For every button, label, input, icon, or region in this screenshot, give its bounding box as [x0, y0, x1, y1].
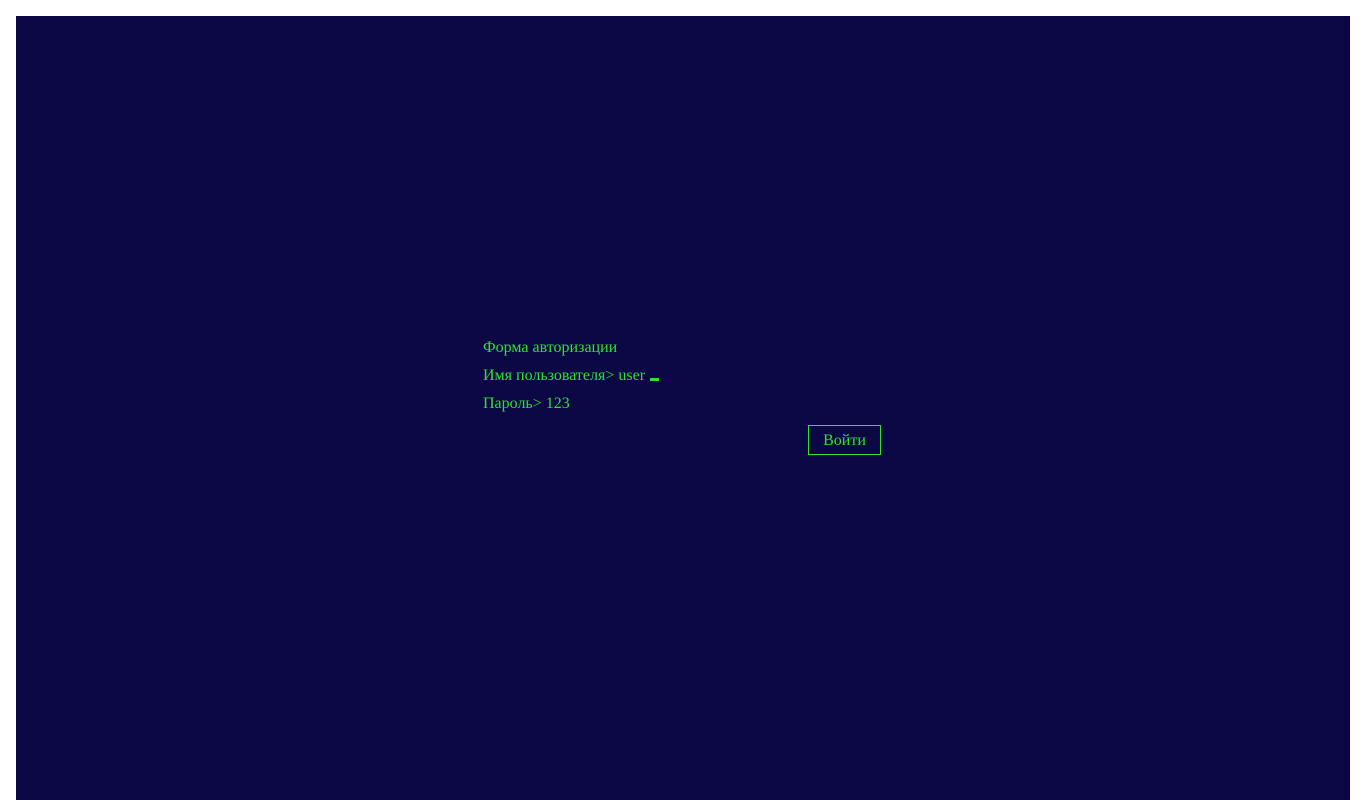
- username-row[interactable]: Имя пользователя> user: [483, 366, 883, 394]
- password-input[interactable]: 123: [546, 395, 570, 412]
- login-button[interactable]: Войти: [808, 425, 881, 455]
- text-cursor: [650, 378, 660, 381]
- password-label: Пароль>: [483, 395, 542, 412]
- form-title: Форма авторизации: [483, 339, 618, 356]
- password-row[interactable]: Пароль> 123: [483, 394, 883, 422]
- terminal-screen: Форма авторизации Имя пользователя> user …: [16, 16, 1350, 800]
- username-input[interactable]: user: [618, 367, 645, 384]
- username-label: Имя пользователя>: [483, 367, 615, 384]
- login-form: Форма авторизации Имя пользователя> user …: [483, 338, 883, 462]
- actions-row: Войти: [483, 422, 883, 462]
